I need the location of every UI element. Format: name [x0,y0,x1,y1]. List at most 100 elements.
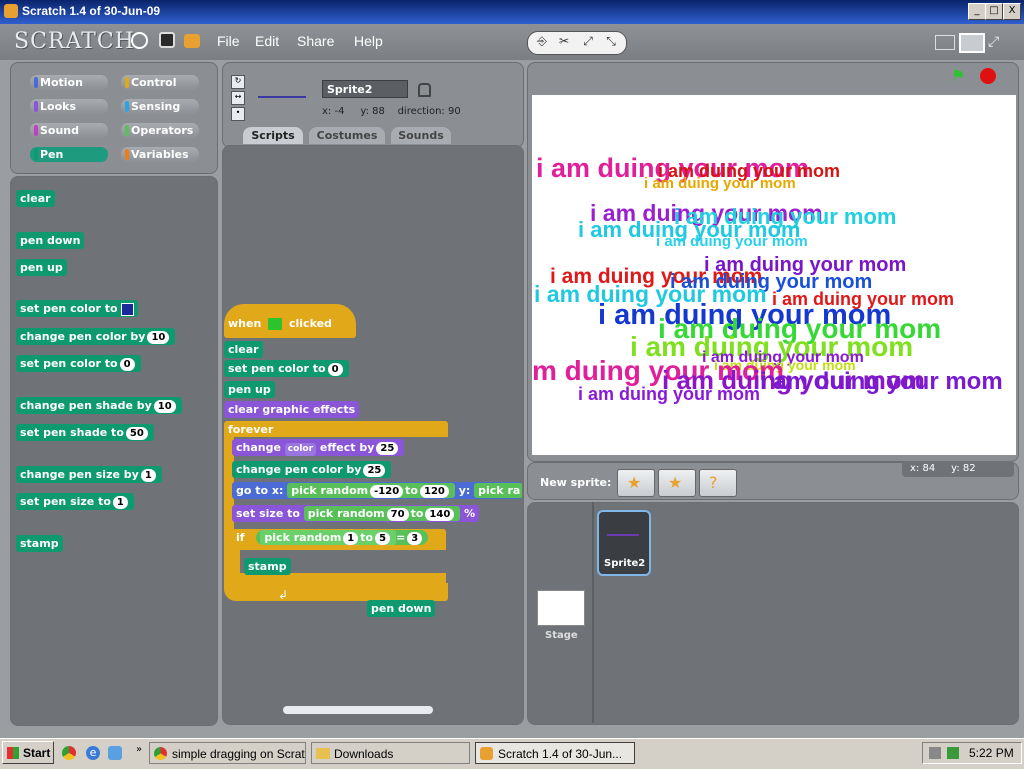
small-stage-layout-icon[interactable] [935,35,955,50]
grow-icon[interactable]: ⤢ [579,34,597,50]
paint-new-sprite-button[interactable]: ★ [617,469,655,497]
close-button[interactable]: X [1003,3,1021,20]
palette-change-size-block[interactable]: change pen size by 1 [16,466,162,483]
rand-size-to-input[interactable]: 140 [425,508,455,521]
taskbar-item-chrome[interactable]: simple dragging on Scrat... [149,742,306,764]
category-control[interactable]: Control [121,75,199,90]
palette-change-shade-input[interactable]: 10 [153,400,176,413]
delete-scissors-icon[interactable]: ✂ [555,34,573,50]
menu-share[interactable]: Share [297,33,334,49]
palette-pen-down-block[interactable]: pen down [16,232,85,249]
pick-random-x-reporter[interactable]: pick random -120 to 120 [287,483,455,498]
script-change-pen-color-block[interactable]: change pen color by 25 [232,461,392,478]
start-button[interactable]: Start [2,741,54,764]
change-effect-block[interactable]: change color effect by 25 [232,439,405,456]
sprite-name-field[interactable]: Sprite2 [322,80,408,98]
duplicate-stamp-icon[interactable]: ⎆ [533,34,551,50]
pick-random-size-reporter[interactable]: pick random 70 to 140 [303,506,461,521]
sprite2-tile[interactable]: Sprite2 [597,510,651,576]
taskbar-clock[interactable]: 5:22 PM [969,746,1014,760]
effect-dropdown[interactable]: color [284,443,317,456]
script-set-pen-color-input[interactable]: 0 [327,363,343,376]
pick-random-y-reporter[interactable]: pick ra [474,483,522,498]
category-looks[interactable]: Looks [30,99,108,114]
maximize-button[interactable]: □ [985,3,1003,20]
tray-app-icon[interactable] [929,747,941,759]
tab-costumes[interactable]: Costumes [309,127,385,144]
rand-size-from-input[interactable]: 70 [386,508,409,521]
palette-set-pen-color-num-input[interactable]: 0 [119,358,135,371]
category-sound[interactable]: Sound [30,123,108,138]
menu-file[interactable]: File [217,33,240,49]
taskbar-item-downloads[interactable]: Downloads [311,742,470,764]
script-clear-effects-block[interactable]: clear graphic effects [224,401,360,418]
palette-set-shade-block[interactable]: set pen shade to 50 [16,424,154,441]
script-change-pen-color-input[interactable]: 25 [363,464,386,477]
flip-style-icon[interactable]: ↔ [231,91,245,105]
show-desktop-icon[interactable] [108,746,122,760]
tab-scripts[interactable]: Scripts [243,127,303,144]
menu-help[interactable]: Help [354,33,383,49]
windows-logo-icon [7,747,19,759]
palette-set-shade-input[interactable]: 50 [125,427,148,440]
equals-operator[interactable]: pick random 1 to 5 = 3 [256,530,429,545]
palette-set-size-block[interactable]: set pen size to 1 [16,493,134,510]
palette-change-shade-block[interactable]: change pen shade by 10 [16,397,182,414]
script-clear-block[interactable]: clear [224,341,263,358]
save-disk-icon[interactable] [159,32,175,48]
taskbar-item-scratch[interactable]: Scratch 1.4 of 30-Jun... [475,742,635,764]
rand-if-to-input[interactable]: 5 [375,532,391,545]
stop-sign-icon[interactable] [980,68,996,84]
category-variables[interactable]: Variables [121,147,199,162]
palette-clear-block[interactable]: clear [16,190,55,207]
category-pen[interactable]: Pen [30,147,108,162]
rotate-style-icon[interactable]: ↻ [231,75,245,89]
rand-if-from-input[interactable]: 1 [343,532,359,545]
menu-edit[interactable]: Edit [255,33,279,49]
quicklaunch-overflow-icon[interactable]: » [136,744,142,755]
share-house-icon[interactable] [184,34,200,48]
palette-stamp-block[interactable]: stamp [16,535,63,552]
palette-set-size-input[interactable]: 1 [112,496,128,509]
palette-change-pen-color-block[interactable]: change pen color by 10 [16,328,176,345]
category-motion[interactable]: Motion [30,75,108,90]
minimize-button[interactable]: _ [968,3,986,20]
rand-x-from-input[interactable]: -120 [370,485,404,498]
loose-pen-down-block[interactable]: pen down [367,600,436,617]
when-flag-clicked-hat[interactable]: when clicked [224,304,356,338]
ie-quicklaunch-icon[interactable]: e [86,746,100,760]
choose-sprite-file-button[interactable]: ★ [658,469,696,497]
no-rotate-icon[interactable]: • [231,107,245,121]
category-operators[interactable]: Operators [121,123,199,138]
random-sprite-button[interactable]: ? [699,469,737,497]
rand-x-to-input[interactable]: 120 [420,485,449,498]
chrome-quicklaunch-icon[interactable] [62,746,76,760]
tray-network-icon[interactable] [947,747,959,759]
language-globe-icon[interactable] [131,32,148,49]
lock-icon[interactable] [418,83,431,97]
normal-stage-layout-icon[interactable] [959,33,985,53]
stage-canvas[interactable]: i am duing your mom i am duing your mom … [532,95,1016,455]
palette-set-pen-color-num-block[interactable]: set pen color to 0 [16,355,141,372]
presentation-mode-icon[interactable]: ⤢ [988,34,1006,50]
palette-set-pen-color-block[interactable]: set pen color to [16,300,139,317]
green-flag-icon[interactable]: ⚑ [951,68,969,84]
equals-value-input[interactable]: 3 [407,532,423,545]
pick-random-if-reporter[interactable]: pick random 1 to 5 [260,530,397,545]
category-sensing[interactable]: Sensing [121,99,199,114]
set-size-block[interactable]: set size to pick random 70 to 140 % [232,505,480,522]
tab-sounds[interactable]: Sounds [391,127,451,144]
script-pen-up-block[interactable]: pen up [224,381,275,398]
script-clear-effects-label: clear graphic effects [228,403,356,416]
color-swatch[interactable] [121,302,135,316]
horizontal-scrollbar[interactable] [283,706,433,714]
shrink-icon[interactable]: ⤡ [602,34,620,50]
effect-value-input[interactable]: 25 [376,442,399,455]
stage-thumbnail[interactable] [537,590,585,626]
palette-change-pen-color-input[interactable]: 10 [147,331,170,344]
palette-change-size-input[interactable]: 1 [140,469,156,482]
goto-xy-block[interactable]: go to x: pick random -120 to 120 y: pick ra [232,482,522,499]
palette-pen-up-block[interactable]: pen up [16,259,67,276]
script-stamp-block[interactable]: stamp [244,558,291,575]
script-set-pen-color-block[interactable]: set pen color to 0 [224,360,349,377]
